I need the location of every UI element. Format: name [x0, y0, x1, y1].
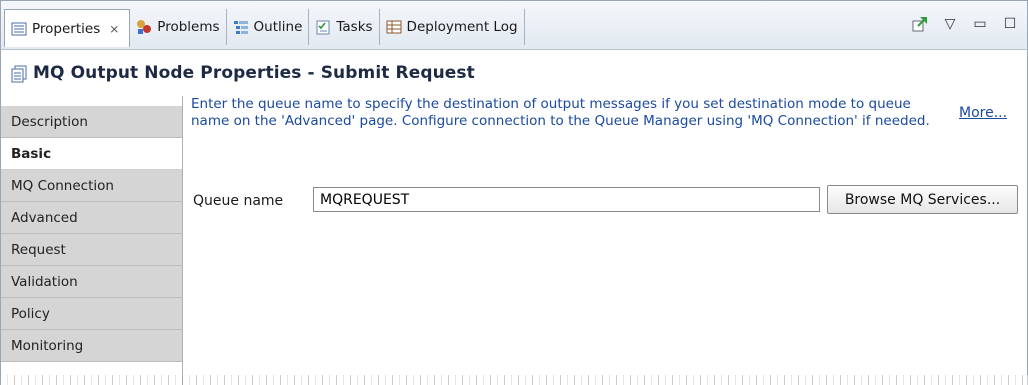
- view-tab-bar: Properties ⨯ Problems Outline Tasks Depl…: [0, 0, 1028, 50]
- node-properties-icon: [10, 65, 27, 83]
- tab-label: Tasks: [336, 19, 373, 35]
- sidebar-item-advanced[interactable]: Advanced: [1, 202, 182, 234]
- deployment-log-icon: [386, 19, 402, 35]
- sidebar-item-request[interactable]: Request: [1, 234, 182, 266]
- sidebar-item-mq-connection[interactable]: MQ Connection: [1, 170, 182, 202]
- tab-label: Deployment Log: [406, 19, 518, 35]
- view-toolbar: ▽ ▭ ☐: [909, 13, 1021, 35]
- tab-deployment-log[interactable]: Deployment Log: [380, 9, 525, 45]
- problems-icon: [136, 19, 152, 35]
- tab-properties[interactable]: Properties ⨯: [4, 9, 131, 47]
- tab-label: Problems: [157, 19, 220, 35]
- sidebar-spacer: [1, 96, 182, 106]
- queue-name-label: Queue name: [193, 193, 284, 209]
- properties-header: MQ Output Node Properties - Submit Reque…: [0, 50, 1028, 96]
- tab-list: Properties ⨯ Problems Outline Tasks Depl…: [4, 9, 525, 47]
- sidebar-item-policy[interactable]: Policy: [1, 298, 182, 330]
- view-menu-icon[interactable]: ▽: [939, 13, 961, 35]
- sidebar-item-monitoring[interactable]: Monitoring: [1, 330, 182, 362]
- sidebar-item-basic[interactable]: Basic: [1, 138, 182, 170]
- properties-content: Description Basic MQ Connection Advanced…: [0, 96, 1028, 385]
- pin-icon[interactable]: [909, 13, 931, 35]
- tab-label: Outline: [253, 19, 303, 35]
- more-link[interactable]: More...: [959, 105, 1007, 121]
- tab-outline[interactable]: Outline: [227, 9, 310, 45]
- tab-tasks[interactable]: Tasks: [309, 9, 380, 45]
- sidebar-item-description[interactable]: Description: [1, 106, 182, 138]
- properties-icon: [11, 21, 27, 37]
- outline-icon: [233, 19, 249, 35]
- tasks-icon: [315, 19, 331, 35]
- tab-problems[interactable]: Problems: [130, 9, 227, 45]
- cropped-edge: [1, 375, 1028, 385]
- page-title: MQ Output Node Properties - Submit Reque…: [33, 63, 475, 83]
- section-description: Enter the queue name to specify the dest…: [191, 96, 930, 129]
- minimize-icon[interactable]: ▭: [969, 13, 991, 35]
- property-sidebar: Description Basic MQ Connection Advanced…: [1, 96, 183, 385]
- maximize-icon[interactable]: ☐: [999, 13, 1021, 35]
- close-icon[interactable]: ⨯: [109, 22, 119, 36]
- queue-name-input[interactable]: [313, 187, 820, 212]
- browse-mq-services-button[interactable]: Browse MQ Services...: [827, 185, 1018, 214]
- sidebar-item-validation[interactable]: Validation: [1, 266, 182, 298]
- tab-label: Properties: [32, 20, 101, 37]
